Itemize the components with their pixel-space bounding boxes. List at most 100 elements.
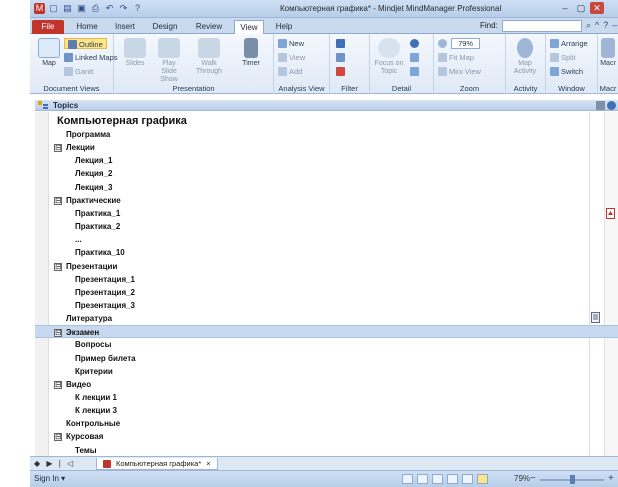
tab-help[interactable]: Help	[270, 20, 298, 34]
minimize-icon[interactable]: –	[612, 20, 617, 31]
binoculars-icon[interactable]: ⌕	[586, 20, 591, 31]
outline-subtopic[interactable]: Лекция_1	[35, 154, 618, 167]
help-icon[interactable]: ?	[132, 3, 143, 14]
outline-topic[interactable]: ⊟ Экзамен	[35, 325, 618, 339]
detail-level-button[interactable]	[410, 38, 421, 49]
outline-subtopic[interactable]: Презентация_2	[35, 286, 618, 299]
arrange-button[interactable]: Arrange	[550, 38, 588, 49]
ribbon-minimize-icon[interactable]: ^	[595, 20, 599, 31]
clear-filter-button[interactable]	[336, 66, 347, 77]
walk-through-button[interactable]: Walk Through	[194, 38, 224, 76]
outline-subtopic[interactable]: Лекция_3	[35, 181, 618, 194]
outline-topic[interactable]: Контрольные	[35, 417, 618, 430]
collapse-toggle-icon[interactable]: ⊟	[54, 144, 62, 153]
filter-options-button[interactable]	[336, 52, 347, 63]
filter-button[interactable]	[336, 38, 347, 49]
show-branch-button[interactable]	[410, 52, 421, 63]
map-activity-button[interactable]: Map Activity	[510, 38, 540, 76]
tab-navigation[interactable]: ◆ ▶ | ◁	[34, 459, 75, 468]
filter-icon[interactable]	[417, 474, 428, 484]
tab-view[interactable]: View	[234, 20, 264, 34]
outline-topic[interactable]: ⊟ Лекции	[35, 141, 618, 154]
new-analysis-button[interactable]: New	[278, 38, 304, 49]
show-content-button[interactable]	[410, 66, 421, 77]
tab-review[interactable]: Review	[190, 20, 228, 34]
redo-icon[interactable]: ↷	[118, 3, 129, 14]
switch-button[interactable]: Switch	[550, 66, 583, 77]
outline-subtopic[interactable]: Лекция_2	[35, 167, 618, 180]
outline-topic[interactable]: ⊟ Видео	[35, 378, 618, 391]
outline-subtopic[interactable]: ...	[35, 233, 618, 246]
outline-subtopic[interactable]: Практика_1	[35, 207, 618, 220]
outline-topic[interactable]: ⊟ Курсовая	[35, 430, 618, 443]
tab-file[interactable]: File	[32, 20, 64, 34]
zoom-out-icon[interactable]: −	[530, 473, 536, 484]
tab-insert[interactable]: Insert	[108, 20, 142, 34]
outline-subtopic[interactable]: Темы	[35, 444, 618, 456]
zoom-slider-thumb[interactable]	[570, 475, 575, 484]
map-view-button[interactable]: Map	[34, 38, 64, 68]
outline-topic[interactable]: Программа	[35, 128, 618, 141]
mini-view-button[interactable]: Mini View	[438, 66, 481, 77]
outline-subtopic[interactable]: Практика_2	[35, 220, 618, 233]
focus-on-topic-button[interactable]: Focus on Topic	[372, 38, 406, 76]
maximize-icon[interactable]: ▢	[574, 2, 588, 14]
help-icon[interactable]: ?	[603, 20, 608, 31]
outline-view-button[interactable]: Outline	[64, 38, 107, 49]
outline-root-topic[interactable]: Компьютерная графика	[35, 114, 618, 129]
link-icon[interactable]	[607, 101, 616, 110]
undo-icon[interactable]: ↶	[104, 3, 115, 14]
notes-icon[interactable]	[596, 101, 605, 110]
outline-subtopic[interactable]: Практика_10	[35, 246, 618, 259]
view-icon	[278, 53, 287, 62]
outline-subtopic[interactable]: К лекции 1	[35, 391, 618, 404]
outline-topic[interactable]: ⊟ Практические	[35, 194, 618, 207]
play-slide-show-button[interactable]: Play Slide Show	[154, 38, 184, 84]
fit-icon[interactable]	[462, 474, 473, 484]
print-icon[interactable]: ⎙	[90, 3, 101, 14]
app-icon[interactable]: M	[34, 3, 45, 14]
notes-icon[interactable]	[591, 312, 600, 323]
tab-design[interactable]: Design	[148, 20, 182, 34]
outline-view-icon[interactable]	[477, 474, 488, 484]
collapse-toggle-icon[interactable]: ⊟	[54, 262, 62, 271]
outline-subtopic[interactable]: Критерии	[35, 365, 618, 378]
sign-in-button[interactable]: Sign In ▾	[34, 474, 65, 483]
collapse-toggle-icon[interactable]: ⊟	[54, 196, 62, 205]
linked-maps-button[interactable]: Linked Maps	[64, 52, 118, 63]
collapse-toggle-icon[interactable]: ⊟	[54, 433, 62, 442]
split-button[interactable]: Split	[550, 52, 576, 63]
timer-button[interactable]: Timer	[236, 38, 266, 68]
zoom-value[interactable]: 79%	[451, 38, 481, 49]
view-analysis-button[interactable]: View	[278, 52, 305, 63]
outline-subtopic[interactable]: К лекции 3	[35, 404, 618, 417]
outline-subtopic[interactable]: Вопросы	[35, 338, 618, 351]
save-icon[interactable]: ▣	[76, 3, 87, 14]
pdf-attachment-icon[interactable]	[606, 208, 615, 219]
macro-button[interactable]: Macr	[598, 38, 618, 68]
outline-subtopic[interactable]: Презентация_3	[35, 299, 618, 312]
find-input[interactable]	[502, 20, 582, 32]
outline-topic[interactable]: ⊟ Презентации	[35, 260, 618, 273]
minimize-icon[interactable]: –	[558, 2, 572, 14]
fit-map-button[interactable]: Fit Map	[438, 52, 474, 63]
map-view-icon[interactable]	[447, 474, 458, 484]
notes-pane-icon[interactable]	[402, 474, 413, 484]
add-analysis-button[interactable]: Add	[278, 66, 302, 77]
document-tab[interactable]: Компьютерная графика* ×	[96, 458, 218, 470]
slides-button[interactable]: Slides	[120, 38, 150, 68]
collapse-toggle-icon[interactable]: ⊟	[54, 329, 62, 338]
new-icon[interactable]: ▢	[48, 3, 59, 14]
gantt-button[interactable]: Gantt	[64, 66, 93, 77]
open-icon[interactable]: ▤	[62, 3, 73, 14]
zoom-control[interactable]: 79%	[438, 38, 481, 49]
close-icon[interactable]: ✕	[590, 2, 604, 14]
outline-subtopic[interactable]: Пример билета	[35, 352, 618, 365]
outline-subtopic[interactable]: Презентация_1	[35, 273, 618, 286]
close-tab-icon[interactable]: ×	[206, 458, 210, 470]
collapse-toggle-icon[interactable]: ⊟	[54, 380, 62, 389]
tab-home[interactable]: Home	[70, 20, 104, 34]
detail-icon[interactable]	[432, 474, 443, 484]
zoom-in-icon[interactable]: +	[608, 473, 614, 484]
outline-topic[interactable]: Литература	[35, 312, 618, 325]
